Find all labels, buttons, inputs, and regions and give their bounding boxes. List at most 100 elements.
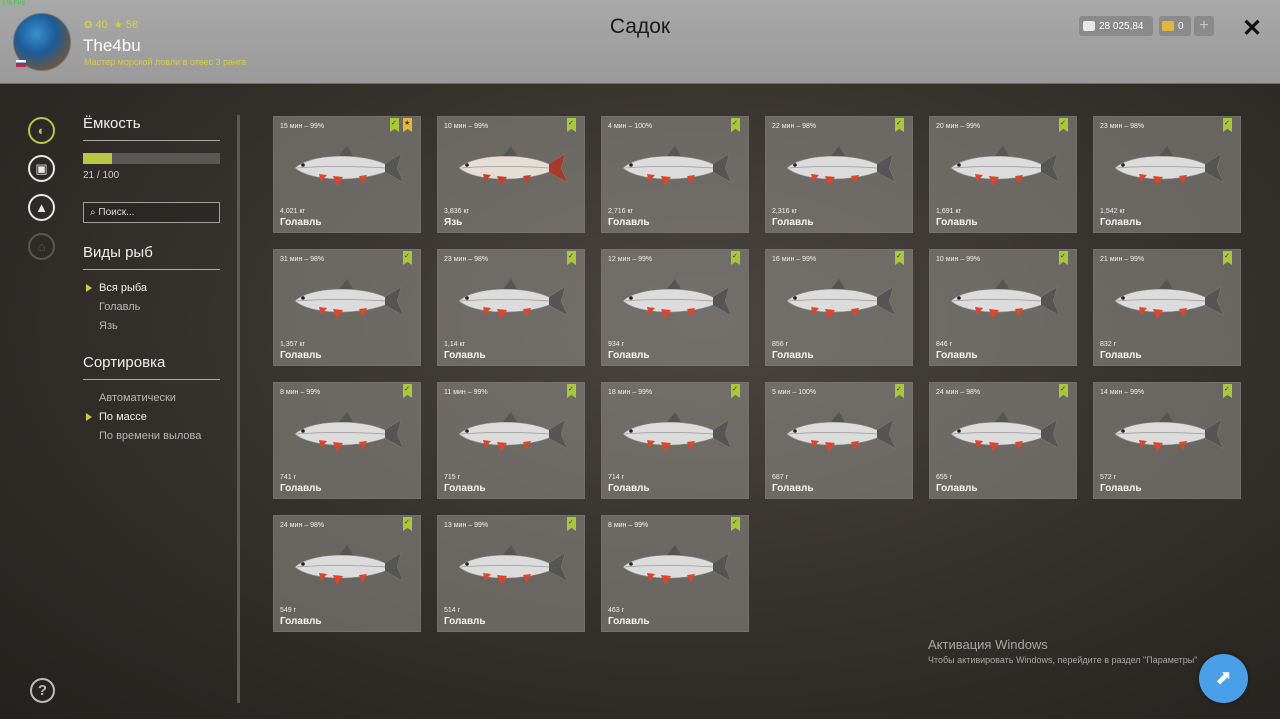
fish-species: Голавль bbox=[608, 483, 650, 494]
fish-card[interactable]: 18 мин – 99% ✓ 714 г Голавль bbox=[601, 382, 749, 499]
fish-catch-info: 12 мин – 99% bbox=[608, 256, 653, 263]
home-icon: ⌂ bbox=[28, 233, 55, 260]
fish-image bbox=[786, 279, 896, 319]
capacity-bar bbox=[83, 153, 220, 164]
fish-image bbox=[950, 146, 1060, 186]
sort-option-time[interactable]: По времени вылова bbox=[99, 430, 201, 442]
silver-value: 28 025,84 bbox=[1099, 20, 1144, 32]
fish-image bbox=[786, 146, 896, 186]
fish-species: Голавль bbox=[608, 616, 650, 627]
check-badge-icon: ✓ bbox=[403, 251, 412, 265]
fish-card[interactable]: 5 мин – 100% ✓ 687 г Голавль bbox=[765, 382, 913, 499]
fish-species: Голавль bbox=[1100, 483, 1142, 494]
search-input[interactable]: ⌕ Поиск... bbox=[83, 202, 220, 223]
fish-card[interactable]: 13 мин – 99% ✓ 514 г Голавль bbox=[437, 515, 585, 632]
badges: ✓ bbox=[403, 251, 412, 265]
fish-card[interactable]: 15 мин – 99% ✓ ★ 4,021 кг Голавль bbox=[273, 116, 421, 233]
badges: ✓ bbox=[1223, 118, 1232, 132]
sort-option-auto[interactable]: Автоматически bbox=[99, 392, 176, 404]
fish-card[interactable]: 20 мин – 99% ✓ 1,691 кг Голавль bbox=[929, 116, 1077, 233]
divider bbox=[83, 379, 220, 380]
fish-card[interactable]: 21 мин – 99% ✓ 832 г Голавль bbox=[1093, 249, 1241, 366]
badges: ✓ bbox=[567, 517, 576, 531]
add-gold-button[interactable]: + bbox=[1194, 16, 1214, 36]
fish-catch-info: 4 мин – 100% bbox=[608, 123, 653, 130]
fish-card[interactable]: 12 мин – 99% ✓ 934 г Голавль bbox=[601, 249, 749, 366]
check-badge-icon: ✓ bbox=[403, 384, 412, 398]
fish-image bbox=[458, 545, 568, 585]
player-name: The4bu bbox=[83, 36, 141, 55]
fish-catch-info: 16 мин – 99% bbox=[772, 256, 817, 263]
tent-icon[interactable]: ▲ bbox=[28, 194, 55, 221]
fish-card[interactable]: 23 мин – 98% ✓ 1,542 кг Голавль bbox=[1093, 116, 1241, 233]
fish-image bbox=[294, 146, 404, 186]
fish-catch-info: 11 мин – 99% bbox=[444, 389, 488, 396]
fish-card[interactable]: 8 мин – 99% ✓ 463 г Голавль bbox=[601, 515, 749, 632]
fish-species: Голавль bbox=[608, 350, 650, 361]
fish-card[interactable]: 31 мин – 98% ✓ 1,357 кг Голавль bbox=[273, 249, 421, 366]
fish-species: Голавль bbox=[280, 350, 322, 361]
fish-catch-info: 20 мин – 99% bbox=[936, 123, 981, 130]
fish-card[interactable]: 14 мин – 99% ✓ 572 г Голавль bbox=[1093, 382, 1241, 499]
gold-coin-icon bbox=[1162, 21, 1174, 31]
fish-species: Голавль bbox=[444, 616, 486, 627]
fish-weight: 856 г bbox=[772, 341, 789, 348]
badges: ✓ bbox=[567, 384, 576, 398]
fish-card[interactable]: 24 мин – 98% ✓ 655 г Голавль bbox=[929, 382, 1077, 499]
fish-card[interactable]: 24 мин – 98% ✓ 549 г Голавль bbox=[273, 515, 421, 632]
fish-catch-info: 23 мин – 98% bbox=[1100, 123, 1145, 130]
fish-catch-info: 5 мин – 100% bbox=[772, 389, 817, 396]
fish-card[interactable]: 8 мин – 99% ✓ 741 г Голавль bbox=[273, 382, 421, 499]
fish-catch-info: 24 мин – 98% bbox=[936, 389, 981, 396]
fish-weight: 1,542 кг bbox=[1100, 208, 1126, 215]
check-badge-icon: ✓ bbox=[567, 118, 576, 132]
check-badge-icon: ✓ bbox=[1059, 118, 1068, 132]
fish-image bbox=[1114, 279, 1224, 319]
fish-catch-info: 10 мин – 99% bbox=[444, 123, 489, 130]
fish-species: Голавль bbox=[444, 483, 486, 494]
fish-card[interactable]: 16 мин – 99% ✓ 856 г Голавль bbox=[765, 249, 913, 366]
check-badge-icon: ✓ bbox=[731, 517, 740, 531]
close-icon[interactable]: ✕ bbox=[1242, 14, 1262, 43]
fish-card[interactable]: 4 мин – 100% ✓ 2,716 кг Голавль bbox=[601, 116, 749, 233]
fish-catch-info: 31 мин – 98% bbox=[280, 256, 325, 263]
badges: ✓ bbox=[1223, 384, 1232, 398]
panel-divider bbox=[237, 115, 240, 703]
cursor-icon[interactable]: ⬈ bbox=[1199, 654, 1248, 703]
fish-catch-info: 15 мин – 99% bbox=[280, 123, 325, 130]
badges: ✓ bbox=[1059, 251, 1068, 265]
fish-image bbox=[786, 412, 896, 452]
badges: ✓ ★ bbox=[390, 118, 412, 132]
fish-weight: 1,357 кг bbox=[280, 341, 306, 348]
silver-balance: 28 025,84 bbox=[1079, 16, 1153, 36]
fish-image bbox=[294, 545, 404, 585]
silver-coin-icon bbox=[1083, 21, 1095, 31]
species-option-ide[interactable]: Язь bbox=[99, 320, 118, 332]
country-flag-icon bbox=[16, 60, 26, 67]
fish-catch-info: 23 мин – 98% bbox=[444, 256, 489, 263]
player-rank-title: Мастер морской ловли в отвес 3 ранга bbox=[84, 57, 247, 67]
species-option-chub[interactable]: Голавль bbox=[99, 301, 140, 313]
badges: ✓ bbox=[403, 517, 412, 531]
fish-weight: 1,14 кг bbox=[444, 341, 466, 348]
fish-image bbox=[622, 279, 732, 319]
check-badge-icon: ✓ bbox=[1059, 384, 1068, 398]
fish-catch-info: 8 мин – 99% bbox=[608, 522, 649, 529]
fish-card[interactable]: 10 мин – 99% ✓ 3,836 кг Язь bbox=[437, 116, 585, 233]
fish-card[interactable]: 23 мин – 98% ✓ 1,14 кг Голавль bbox=[437, 249, 585, 366]
divider bbox=[83, 269, 220, 270]
check-badge-icon: ✓ bbox=[1223, 118, 1232, 132]
fish-image bbox=[458, 412, 568, 452]
help-icon[interactable]: ? bbox=[30, 678, 55, 703]
check-badge-icon: ✓ bbox=[567, 517, 576, 531]
sort-option-weight[interactable]: По массе bbox=[99, 411, 147, 423]
gold-balance: 0 bbox=[1159, 16, 1191, 36]
backpack-icon[interactable]: ▣ bbox=[28, 155, 55, 182]
fish-card[interactable]: 10 мин – 99% ✓ 846 г Голавль bbox=[929, 249, 1077, 366]
gold-value: 0 bbox=[1178, 20, 1184, 32]
fish-icon[interactable]: ◐ bbox=[28, 117, 55, 144]
fish-card[interactable]: 11 мин – 99% ✓ 715 г Голавль bbox=[437, 382, 585, 499]
species-option-all[interactable]: Вся рыба bbox=[99, 282, 147, 294]
fish-weight: 3,836 кг bbox=[444, 208, 470, 215]
fish-card[interactable]: 22 мин – 98% ✓ 2,316 кг Голавль bbox=[765, 116, 913, 233]
